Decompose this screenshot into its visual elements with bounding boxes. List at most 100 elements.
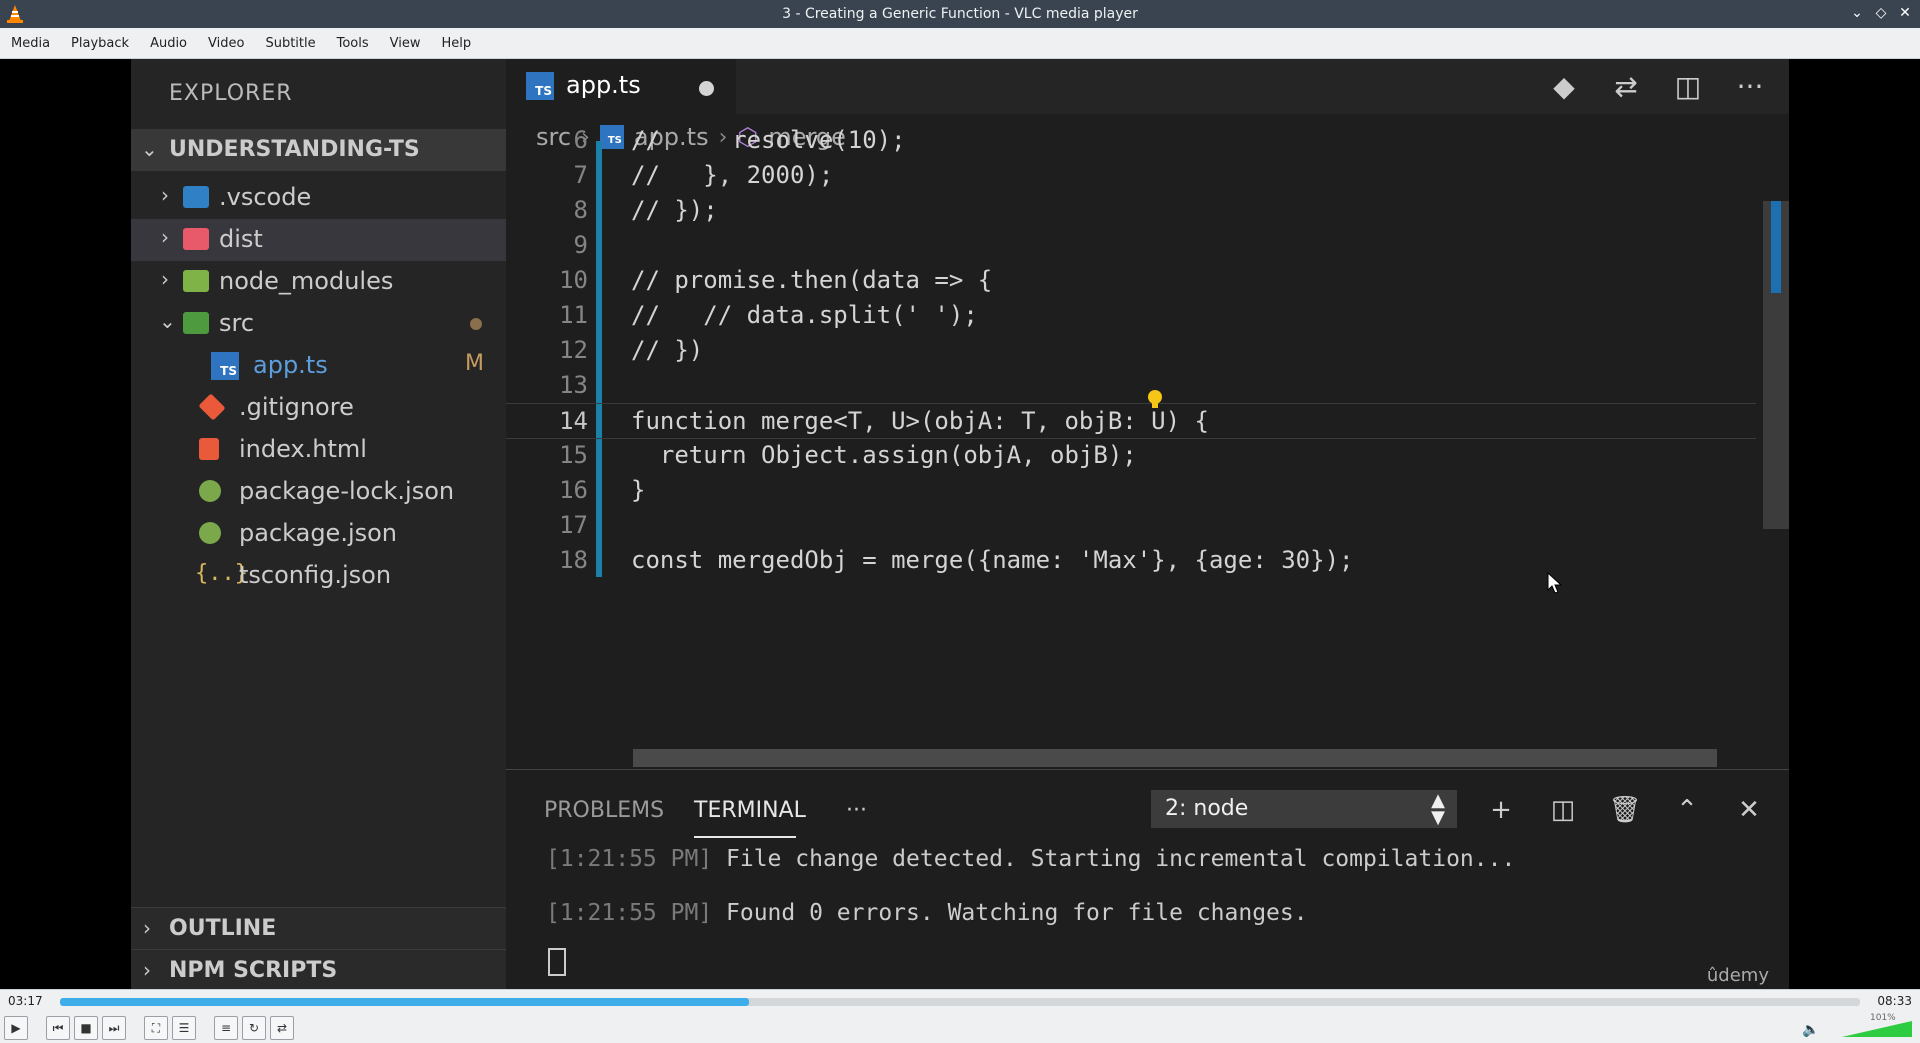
line-number: 12 <box>559 336 588 364</box>
folder-src-icon <box>183 312 209 334</box>
code-line: 8 // }); <box>506 193 1756 227</box>
plus-icon: + <box>1490 795 1512 825</box>
video-area[interactable]: EXPLORER ⌄ UNDERSTANDING-TS › .vscode › … <box>0 59 1920 989</box>
project-header: ⌄ UNDERSTANDING-TS <box>131 129 506 171</box>
code-line: 13 <box>506 368 1756 402</box>
code-line: 17 <box>506 508 1756 542</box>
updown-arrow-icon: ▲ ▼ <box>1431 790 1445 828</box>
chevron-right-icon: › <box>143 958 151 982</box>
close-icon[interactable]: ✕ <box>1896 4 1914 22</box>
chevron-down-icon: ⌄ <box>159 309 176 333</box>
tree-item-label: index.html <box>239 435 367 463</box>
line-number: 14 <box>559 407 588 435</box>
loop-button[interactable]: ↻ <box>242 1016 266 1040</box>
volume-control[interactable]: 🔈 101% <box>1802 1013 1912 1040</box>
extended-settings-button[interactable]: ☰ <box>172 1016 196 1040</box>
restore-icon[interactable]: ◇ <box>1872 4 1890 22</box>
volume-percent: 101% <box>1870 1013 1896 1023</box>
seek-bar[interactable] <box>60 998 1860 1006</box>
tab-label: app.ts <box>566 71 641 99</box>
elapsed-time: 03:17 <box>8 994 43 1008</box>
explorer-title: EXPLORER <box>169 81 293 106</box>
terminal-text: File change detected. Starting increment… <box>712 846 1516 872</box>
tree-item-label: src <box>219 309 255 337</box>
line-text: } <box>631 476 646 504</box>
terminal-select: 2: node ▲ ▼ <box>1151 790 1457 828</box>
tree-item-label: .gitignore <box>239 393 354 421</box>
folder-dist-icon <box>183 228 209 250</box>
open-changes-icon: ⇄ <box>1614 70 1638 103</box>
tab-app-ts: TS app.ts <box>506 59 736 114</box>
line-text: const mergedObj = merge({name: 'Max'}, {… <box>631 546 1354 574</box>
tree-item-label: node_modules <box>219 267 394 295</box>
speaker-icon[interactable]: 🔈 <box>1802 1022 1819 1038</box>
line-number: 15 <box>559 441 588 469</box>
tree-item-index-html: index.html <box>131 429 506 471</box>
unsaved-dot-icon <box>699 81 714 96</box>
typescript-file-icon: TS <box>526 72 554 100</box>
code-line: 11 // // data.split(' '); <box>506 298 1756 332</box>
tree-item-label: tsconfig.json <box>239 561 392 589</box>
terminal-timestamp: [1:21:55 PM] <box>546 846 713 872</box>
npm-file-icon <box>199 480 221 502</box>
line-text: // // data.split(' '); <box>631 301 978 329</box>
menu-help[interactable]: Help <box>431 36 482 51</box>
line-number: 7 <box>573 161 588 189</box>
window-titlebar: 3 - Creating a Generic Function - VLC me… <box>0 0 1920 28</box>
modified-dot <box>470 318 482 330</box>
tree-item-node-modules: › node_modules <box>131 261 506 303</box>
playlist-button[interactable]: ≡ <box>214 1016 238 1040</box>
terminal-line: [1:21:55 PM] Found 0 errors. Watching fo… <box>546 900 1308 926</box>
split-editor-icon: ◫ <box>1674 70 1702 103</box>
chevron-right-icon: › <box>161 267 169 291</box>
chevron-down-icon: ⌄ <box>141 137 158 161</box>
line-number: 17 <box>559 511 588 539</box>
menu-tools[interactable]: Tools <box>326 36 379 51</box>
npm-scripts-section[interactable]: › NPM SCRIPTS <box>131 949 506 989</box>
vscode-frame: EXPLORER ⌄ UNDERSTANDING-TS › .vscode › … <box>131 59 1789 989</box>
line-number: 18 <box>559 546 588 574</box>
menu-audio[interactable]: Audio <box>139 36 197 51</box>
git-file-icon <box>198 393 226 421</box>
code-line: 16 } <box>506 473 1756 507</box>
player-controls: 03:17 08:33 ▶ ⏮ ■ ⏭ ⛶ ☰ ≡ ↻ ⇄ 🔈 101% <box>0 989 1920 1043</box>
tree-item-package-lock: package-lock.json <box>131 471 506 513</box>
tree-item-src: ⌄ src <box>131 303 506 345</box>
chevron-right-icon: › <box>143 916 151 940</box>
menu-video[interactable]: Video <box>197 36 254 51</box>
mouse-pointer-icon <box>1547 572 1563 594</box>
tree-item-vscode: › .vscode <box>131 177 506 219</box>
npm-file-icon <box>199 522 221 544</box>
horizontal-scrollbar[interactable] <box>633 749 1717 767</box>
previous-button[interactable]: ⏮ <box>46 1016 70 1040</box>
menu-subtitle[interactable]: Subtitle <box>254 36 325 51</box>
terminal-text: Found 0 errors. Watching for file change… <box>712 900 1308 926</box>
tree-item-app-ts: TS app.ts M <box>131 345 506 387</box>
tree-item-label: app.ts <box>253 351 328 379</box>
menu-view[interactable]: View <box>379 36 431 51</box>
editor-tabbar: TS app.ts ◆ ⇄ ◫ ··· <box>506 59 1789 114</box>
outline-section[interactable]: › OUTLINE <box>131 907 506 950</box>
tree-item-gitignore: .gitignore <box>131 387 506 429</box>
tab-problems: PROBLEMS <box>544 798 665 823</box>
fullscreen-button[interactable]: ⛶ <box>144 1016 168 1040</box>
stop-button[interactable]: ■ <box>74 1016 98 1040</box>
line-number: 11 <box>559 301 588 329</box>
next-button[interactable]: ⏭ <box>102 1016 126 1040</box>
minimize-icon[interactable]: ⌄ <box>1848 4 1866 22</box>
code-area: 6 // resolve(10); 7 // }, 2000); 8 // })… <box>506 126 1789 681</box>
lightbulb-icon <box>1148 390 1162 408</box>
play-button[interactable]: ▶ <box>4 1016 28 1040</box>
terminal-cursor <box>548 948 566 976</box>
line-number: 8 <box>573 196 588 224</box>
tree-item-dist: › dist <box>131 219 506 261</box>
menu-playback[interactable]: Playback <box>60 36 139 51</box>
line-text: function merge<T, U>(objA: T, objB: U) { <box>631 407 1209 435</box>
vertical-scrollbar[interactable] <box>1763 201 1789 529</box>
shuffle-button[interactable]: ⇄ <box>270 1016 294 1040</box>
tree-item-label: package.json <box>239 519 398 547</box>
menu-media[interactable]: Media <box>0 36 60 51</box>
scrollbar-thumb[interactable] <box>1771 201 1781 293</box>
chevron-right-icon: › <box>161 183 169 207</box>
